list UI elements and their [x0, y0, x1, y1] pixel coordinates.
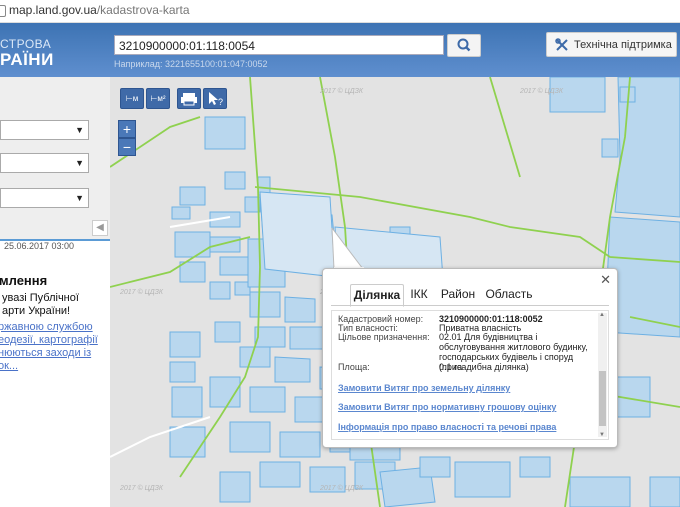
printer-icon [181, 93, 197, 106]
news-link[interactable]: ржавною службою еодезії, картографії нюю… [0, 321, 104, 373]
collapse-panel-button[interactable]: ◀ [92, 220, 108, 236]
map-watermark: 2017 © ЦДЗК [520, 88, 564, 95]
close-icon[interactable]: ✕ [600, 272, 611, 288]
filter-select-3[interactable]: ▼ [0, 188, 89, 208]
tab-ikk[interactable]: ІКК [406, 284, 432, 305]
lock-icon [0, 5, 6, 17]
parcel-details: Кадастровий номер: 3210900000:01:118:005… [331, 310, 609, 440]
logo-line-1: СТРОВА [0, 37, 52, 51]
filter-select-1[interactable]: ▼ [0, 120, 89, 140]
url-text[interactable]: map.land.gov.ua/kadastrova-karta [9, 3, 190, 17]
map-watermark: 2017 © ЦДЗК [320, 88, 364, 95]
field-label: Цільове призначення: [338, 332, 430, 342]
site-header: СТРОВА РАЇНИ 3210900000:01:118:0054 Напр… [0, 23, 680, 77]
news-title: млення [0, 273, 48, 288]
field-label: Площа: [338, 362, 370, 372]
svg-text:?: ? [218, 97, 223, 107]
parcel-info-popup: ✕ Ділянка ІКК Район Область Кадастровий … [322, 268, 618, 448]
logo-line-2: РАЇНИ [0, 50, 54, 69]
chevron-down-icon: ▼ [75, 193, 84, 203]
measure-area-button[interactable]: ⊢м² [146, 88, 170, 109]
map-watermark: 2017 © ЦДЗК [320, 485, 364, 492]
ownership-info-link[interactable]: Інформація про право власності та речові… [338, 422, 556, 432]
tab-parcel[interactable]: Ділянка [350, 284, 404, 307]
map-watermark: 2017 © ЦДЗК [120, 289, 164, 296]
field-purpose: Цільове призначення: 02.01 Для будівницт… [338, 332, 603, 372]
chevron-down-icon: ▼ [75, 125, 84, 135]
tech-support-button[interactable]: Технічна підтримка [546, 32, 677, 57]
order-extract-link[interactable]: Замовити Витяг про земельну ділянку [338, 383, 510, 393]
news-date: 25.06.2017 03:00 [0, 239, 110, 251]
field-value: 0.1 га [439, 362, 463, 372]
zoom-in-button[interactable]: + [118, 120, 136, 138]
map-watermark: 2017 © ЦДЗК [120, 485, 164, 492]
tab-region[interactable]: Область [484, 284, 534, 305]
search-button[interactable] [447, 34, 481, 57]
ruler-icon: ⊢м [125, 94, 139, 103]
filter-panel: ▼ ▼ ▼ ◀ [0, 77, 110, 239]
left-sidebar: ▼ ▼ ▼ ◀ 25.06.2017 03:00 млення увазі Пу… [0, 77, 110, 507]
cadastral-search-input[interactable]: 3210900000:01:118:0054 [114, 35, 444, 55]
field-area: Площа: 0.1 га [338, 362, 603, 372]
scrollbar-thumb[interactable] [599, 371, 606, 426]
tab-divider [331, 305, 609, 306]
news-text: увазі Публічної арти України! [2, 292, 79, 317]
tools-icon [555, 38, 568, 51]
identify-button[interactable]: ? [203, 88, 227, 109]
print-button[interactable] [177, 88, 201, 109]
search-hint: Наприклад: 3221655100:01:047:0052 [114, 59, 268, 69]
scroll-down-icon[interactable]: ▼ [599, 432, 605, 438]
chevron-down-icon: ▼ [75, 158, 84, 168]
area-icon: ⊢м² [150, 94, 166, 103]
search-icon [457, 38, 471, 52]
scroll-up-icon[interactable]: ▲ [599, 312, 605, 318]
popup-scrollbar[interactable]: ▲ ▼ [598, 312, 607, 438]
tech-support-label: Технічна підтримка [574, 39, 672, 51]
browser-url-bar[interactable]: map.land.gov.ua/kadastrova-karta [0, 0, 680, 23]
cursor-question-icon: ? [209, 92, 223, 107]
zoom-out-button[interactable]: − [118, 138, 136, 156]
order-valuation-link[interactable]: Замовити Витяг про нормативну грошову оц… [338, 402, 556, 412]
filter-select-2[interactable]: ▼ [0, 153, 89, 173]
tab-district[interactable]: Район [438, 284, 478, 305]
measure-distance-button[interactable]: ⊢м [120, 88, 144, 109]
